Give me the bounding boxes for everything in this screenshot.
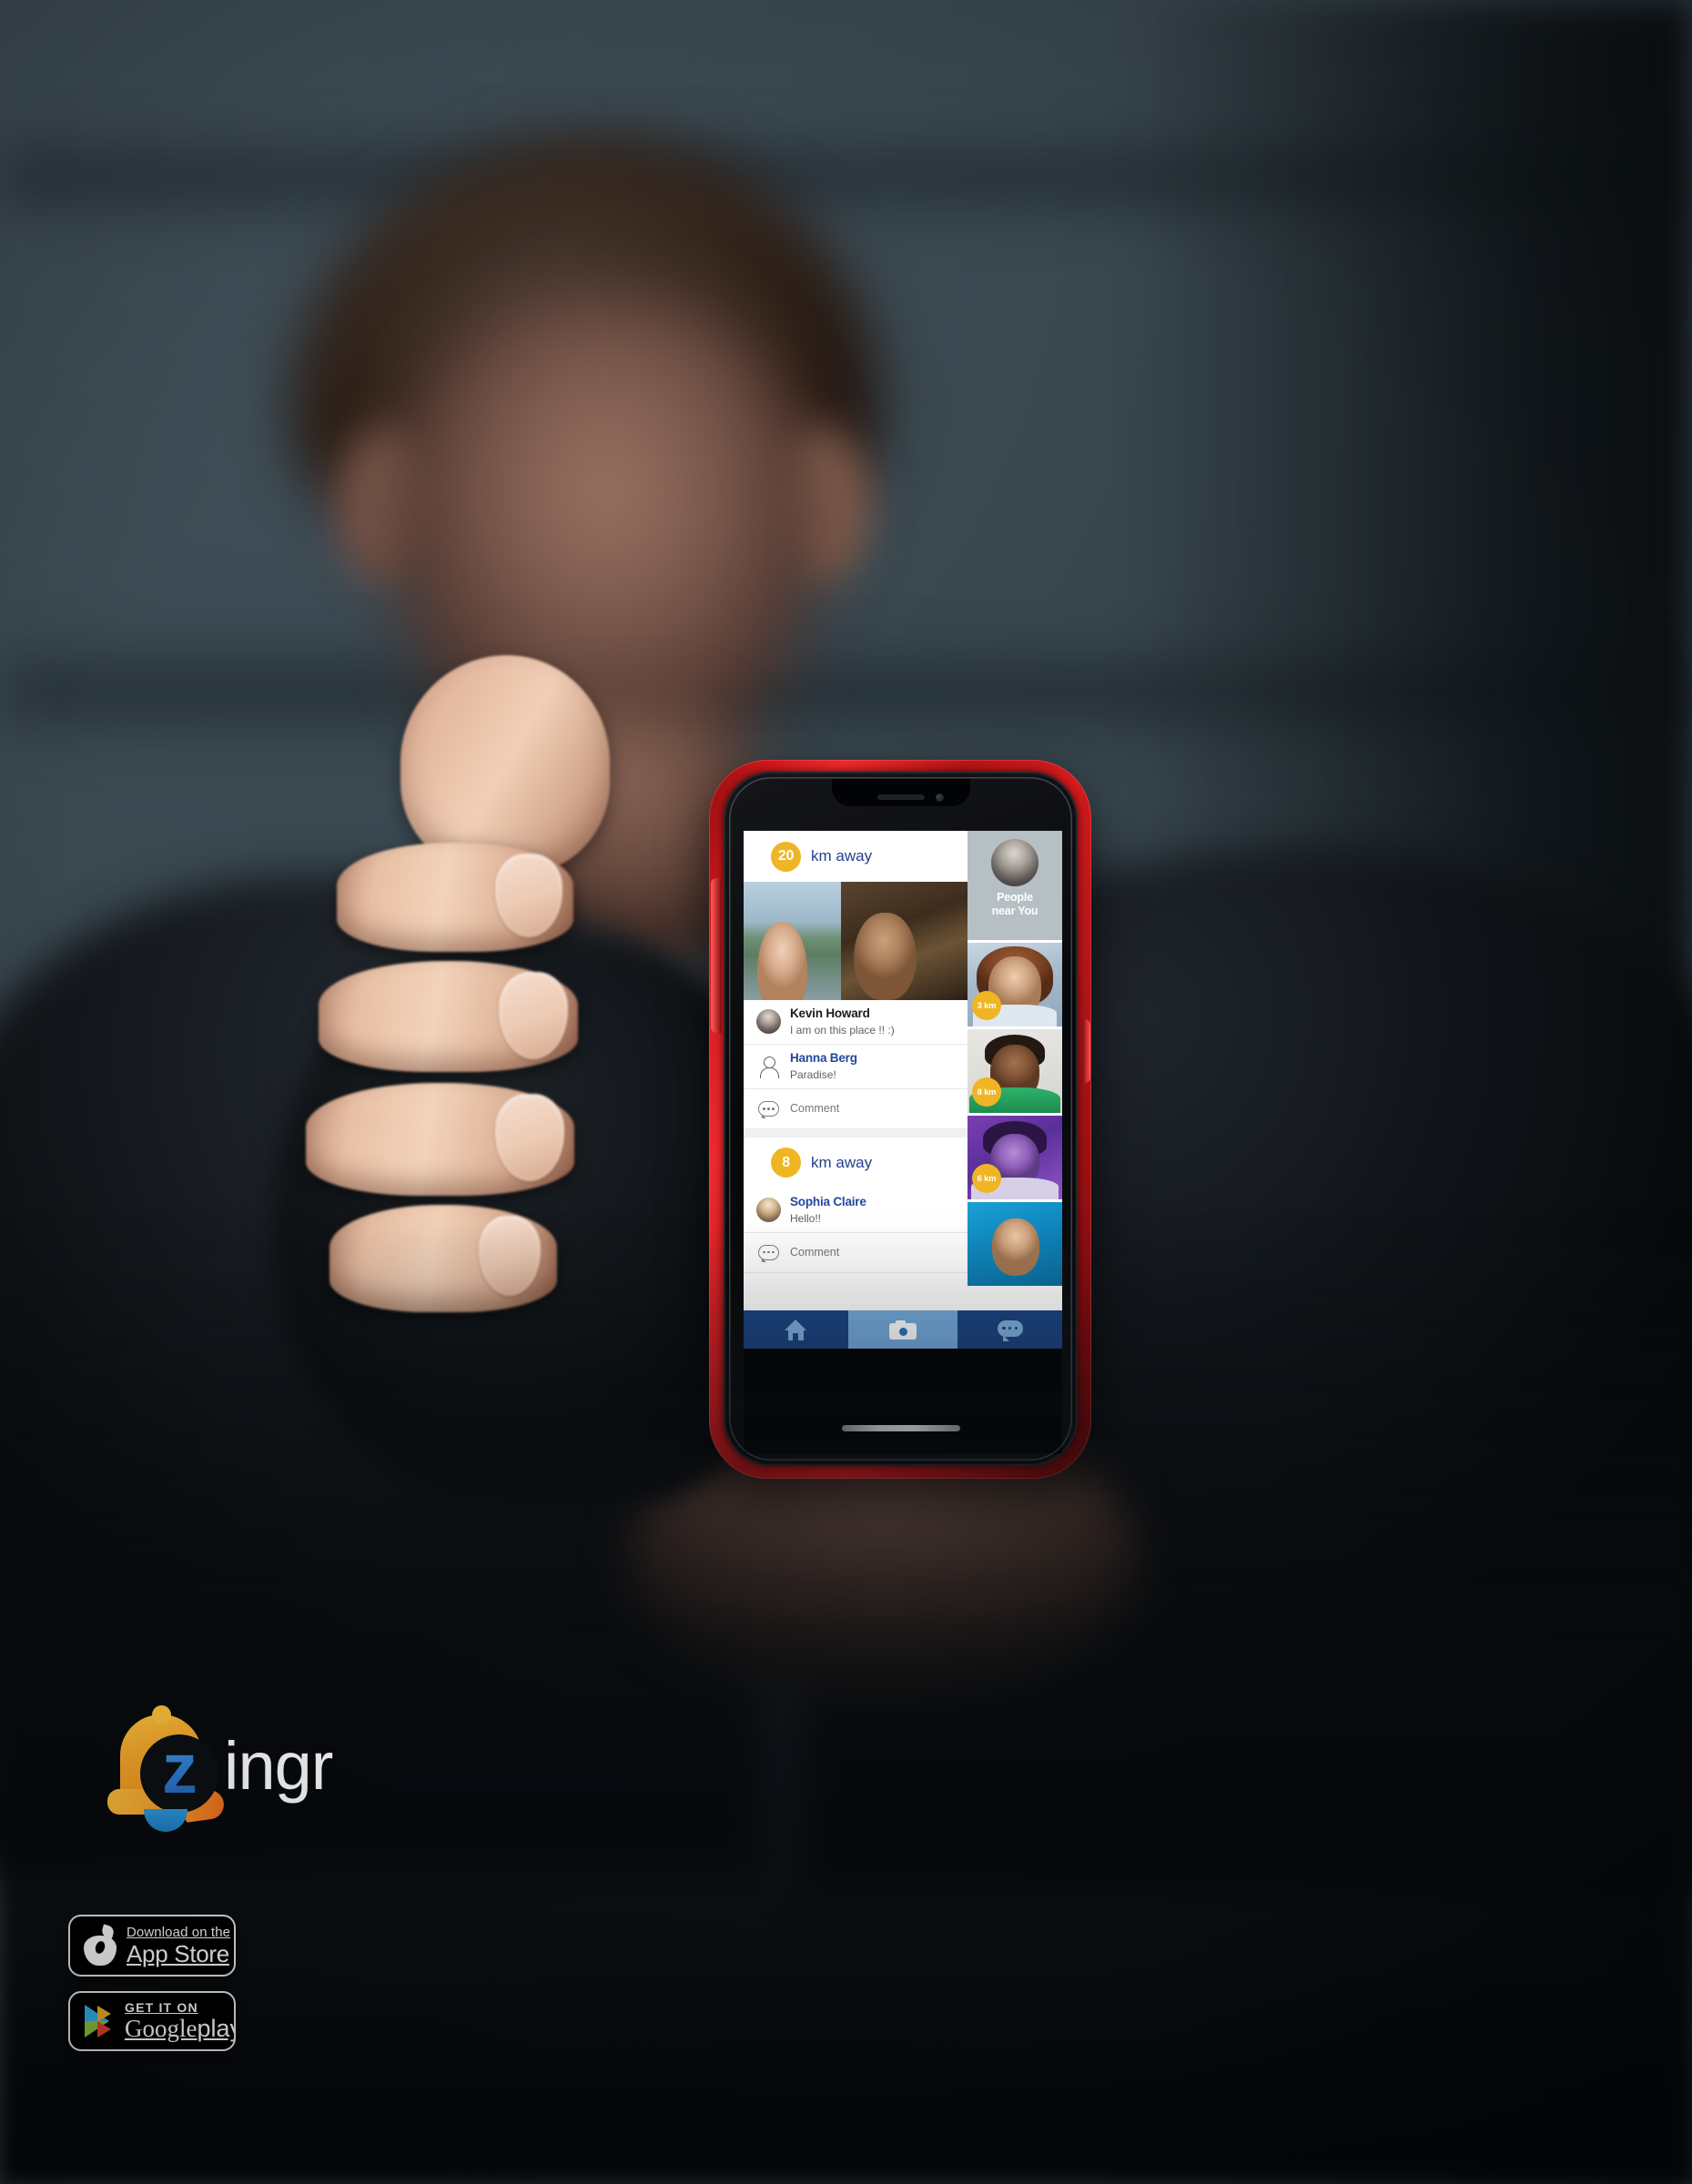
front-camera-icon: [935, 794, 944, 802]
comment-bubble-icon: [756, 1097, 781, 1121]
google-play-brand: Google: [125, 2015, 198, 2042]
nearby-person-card[interactable]: 8 km: [968, 1029, 1062, 1113]
bell-icon: [107, 1705, 227, 1832]
google-play-badge[interactable]: GET IT ON Googleplay: [68, 1991, 236, 2051]
distance-header: 8 km away: [744, 1137, 968, 1188]
thumb: [400, 655, 610, 874]
post-row[interactable]: Hanna Berg Paradise!: [744, 1045, 968, 1089]
earpiece-speaker: [876, 794, 925, 800]
nearby-person-card[interactable]: 3 km: [968, 943, 1062, 1026]
post-message: Paradise!: [790, 1067, 836, 1081]
app-store-badge-line2: App Store: [127, 1940, 229, 1967]
post-row[interactable]: Kevin Howard I am on this place !! :): [744, 1000, 968, 1045]
post-author: Sophia Claire: [790, 1194, 866, 1208]
distance-badge: 8: [771, 1148, 801, 1178]
distance-label: km away: [811, 1153, 873, 1171]
distance-label: km away: [811, 847, 873, 864]
apple-logo-icon: [83, 1923, 117, 1967]
foreground-shadow-bottom: [0, 1219, 1692, 2184]
promo-poster: 20 km away Kevin Howard I am on this pla…: [0, 0, 1692, 2184]
distance-header: 20 km away: [744, 831, 968, 882]
volume-buttons[interactable]: [711, 878, 722, 1033]
avatar: [756, 1009, 781, 1035]
photo-right-half: [840, 882, 968, 1000]
nearby-person-card[interactable]: 6 km: [968, 1116, 1062, 1199]
google-play-triangle-icon: [83, 2003, 116, 2039]
google-play-word: play: [197, 2015, 234, 2042]
photo-left-half: [744, 882, 841, 1000]
distance-badge: 6 km: [972, 1164, 1001, 1193]
phone-notch: [831, 779, 970, 806]
post-author: Kevin Howard: [790, 1006, 870, 1020]
power-button[interactable]: [1082, 1019, 1090, 1083]
rail-header: People near You: [968, 831, 1062, 940]
feed-divider: [744, 1128, 968, 1138]
avatar: [991, 839, 1039, 886]
rail-title-line2: near You: [991, 904, 1039, 917]
logo-letter-z: z: [162, 1728, 198, 1808]
distance-badge: 8 km: [972, 1077, 1001, 1107]
distance-badge: 3 km: [972, 991, 1001, 1020]
logo-wordmark: ingr: [224, 1728, 333, 1804]
post-photo[interactable]: [744, 882, 968, 1000]
comment-row[interactable]: Comment: [744, 1089, 968, 1129]
rail-title-line1: People: [997, 891, 1033, 904]
post-message: I am on this place !! :): [790, 1023, 895, 1036]
zingr-logo: z ingr: [107, 1705, 380, 1832]
app-store-badge-line1: Download on the: [127, 1925, 231, 1940]
distance-badge: 20: [771, 841, 801, 872]
app-store-badge[interactable]: Download on the App Store: [68, 1915, 236, 1977]
google-play-badge-line1: GET IT ON: [125, 2000, 198, 2015]
post-author: Hanna Berg: [790, 1050, 857, 1065]
user-outline-icon: [756, 1054, 781, 1079]
comment-label: Comment: [790, 1102, 840, 1116]
